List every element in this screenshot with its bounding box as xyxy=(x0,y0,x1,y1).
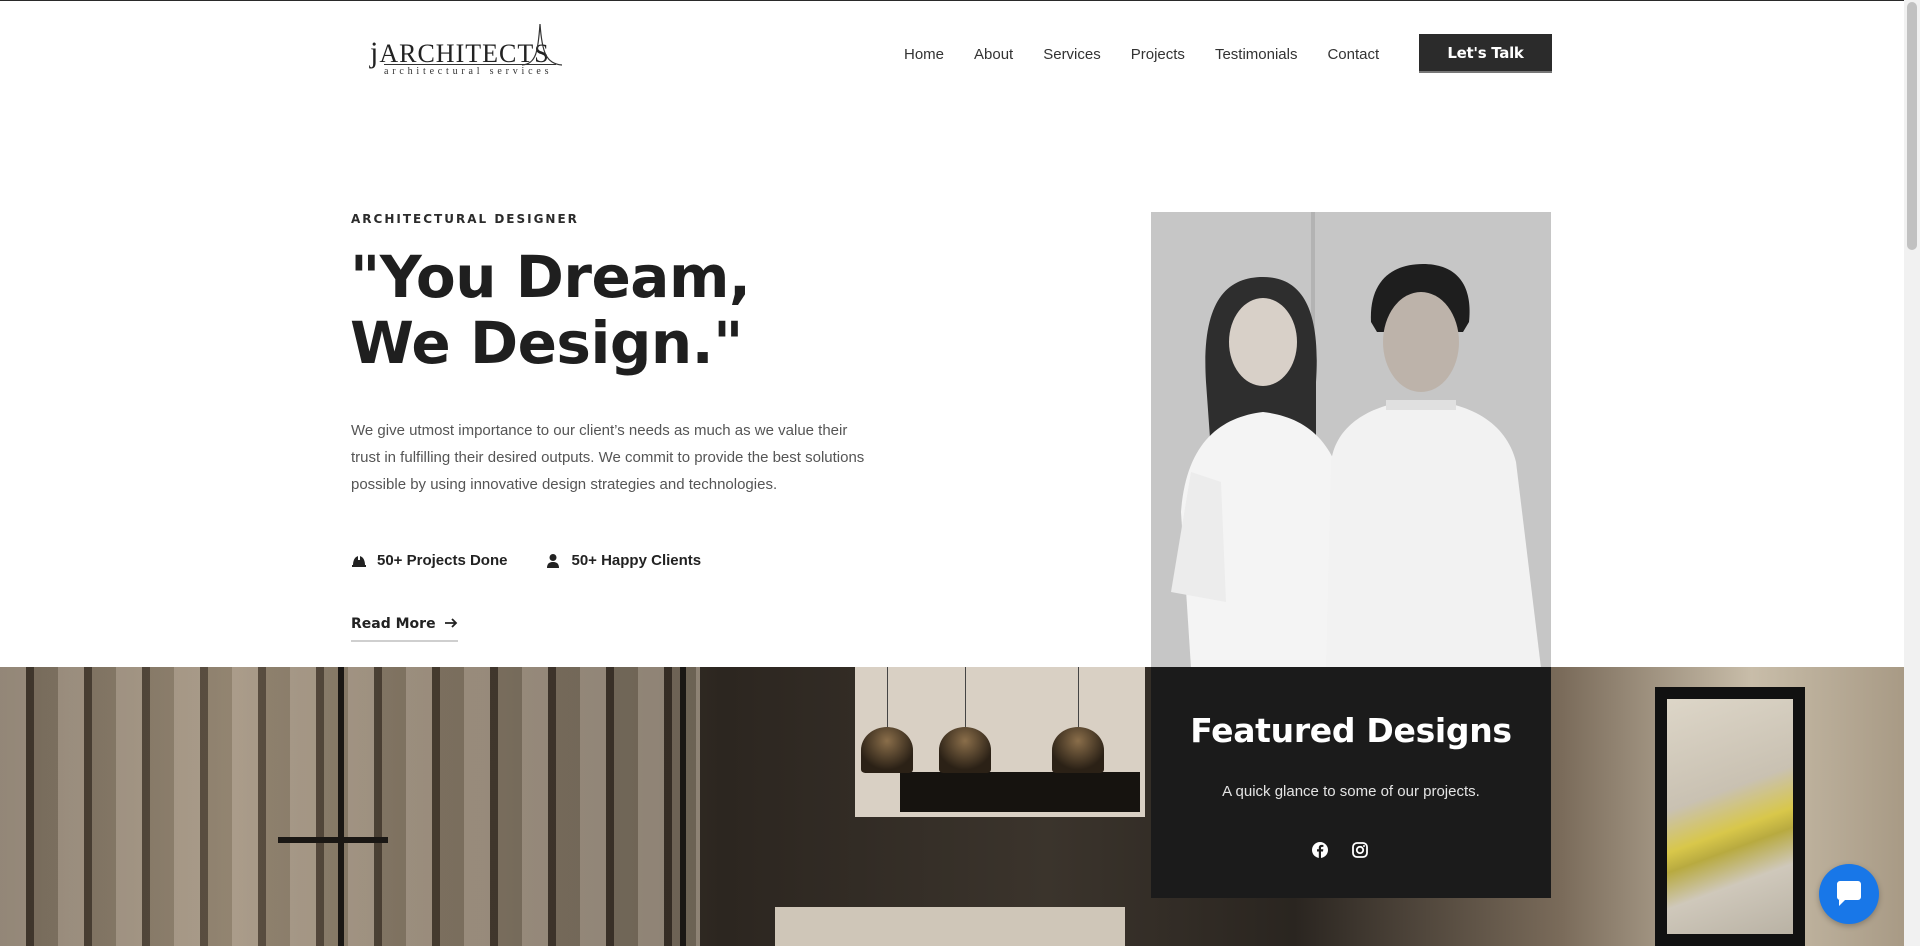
nav-services[interactable]: Services xyxy=(1043,46,1101,64)
nav-about[interactable]: About xyxy=(974,46,1013,64)
window-frame xyxy=(338,667,344,946)
hero-eyebrow: ARCHITECTURAL DESIGNER xyxy=(351,212,579,226)
stat-projects: 50+ Projects Done xyxy=(351,552,507,569)
site-header: jARCHITECTS architectural services Home … xyxy=(0,0,1904,100)
page-scrollbar[interactable] xyxy=(1904,0,1920,946)
chat-bubble-icon xyxy=(1837,881,1861,906)
window-crossbar xyxy=(278,837,388,843)
window-blinds xyxy=(0,667,700,946)
main-nav: Home About Services Projects Testimonial… xyxy=(904,46,1379,64)
pendant-lamp xyxy=(1052,727,1104,773)
facebook-icon[interactable] xyxy=(1311,841,1329,859)
featured-title: Featured Designs xyxy=(1190,711,1512,750)
lets-talk-button[interactable]: Let's Talk xyxy=(1419,34,1552,73)
hero-headline: "You Dream, We Design." xyxy=(350,243,751,377)
featured-subtitle: A quick glance to some of our projects. xyxy=(1222,783,1480,800)
wall-art-frame xyxy=(1655,687,1805,946)
instagram-icon[interactable] xyxy=(1351,841,1369,859)
logo-tagline: architectural services xyxy=(384,66,553,77)
hero-intro: We give utmost importance to our client’… xyxy=(351,422,865,493)
logo-peak-icon xyxy=(522,23,562,66)
logo-underline xyxy=(384,64,556,65)
stat-clients-label: 50+ Happy Clients xyxy=(571,552,702,569)
stat-projects-label: 50+ Projects Done xyxy=(377,552,508,569)
helmet-icon xyxy=(352,554,366,567)
pendant-cord xyxy=(887,667,888,727)
wall-art xyxy=(1667,699,1793,934)
scrollbar-thumb[interactable] xyxy=(1907,2,1917,250)
stat-clients: 50+ Happy Clients xyxy=(545,552,701,569)
interior-background-image xyxy=(0,667,1904,946)
kitchen-backsplash xyxy=(900,772,1140,812)
team-photo xyxy=(1151,212,1551,668)
logo-first-letter: j xyxy=(370,36,380,69)
pendant-cord xyxy=(1078,667,1079,727)
user-icon xyxy=(547,553,560,568)
site-logo[interactable]: jARCHITECTS architectural services xyxy=(370,22,570,80)
nav-home[interactable]: Home xyxy=(904,46,944,64)
chat-button[interactable] xyxy=(1819,864,1879,924)
pendant-cord xyxy=(965,667,966,727)
nav-projects[interactable]: Projects xyxy=(1131,46,1185,64)
arrow-right-icon xyxy=(444,618,457,628)
pendant-lamp xyxy=(939,727,991,773)
pendant-lamp xyxy=(861,727,913,773)
team-photo-illustration xyxy=(1151,212,1551,668)
window-frame xyxy=(680,667,686,946)
kitchen-counter xyxy=(775,907,1125,946)
featured-designs-card: Featured Designs A quick glance to some … xyxy=(1151,667,1551,898)
nav-contact[interactable]: Contact xyxy=(1327,46,1379,64)
nav-testimonials[interactable]: Testimonials xyxy=(1215,46,1298,64)
read-more-label: Read More xyxy=(351,616,436,632)
hero-stats: 50+ Projects Done 50+ Happy Clients xyxy=(351,552,739,569)
read-more-link[interactable]: Read More xyxy=(351,616,458,642)
